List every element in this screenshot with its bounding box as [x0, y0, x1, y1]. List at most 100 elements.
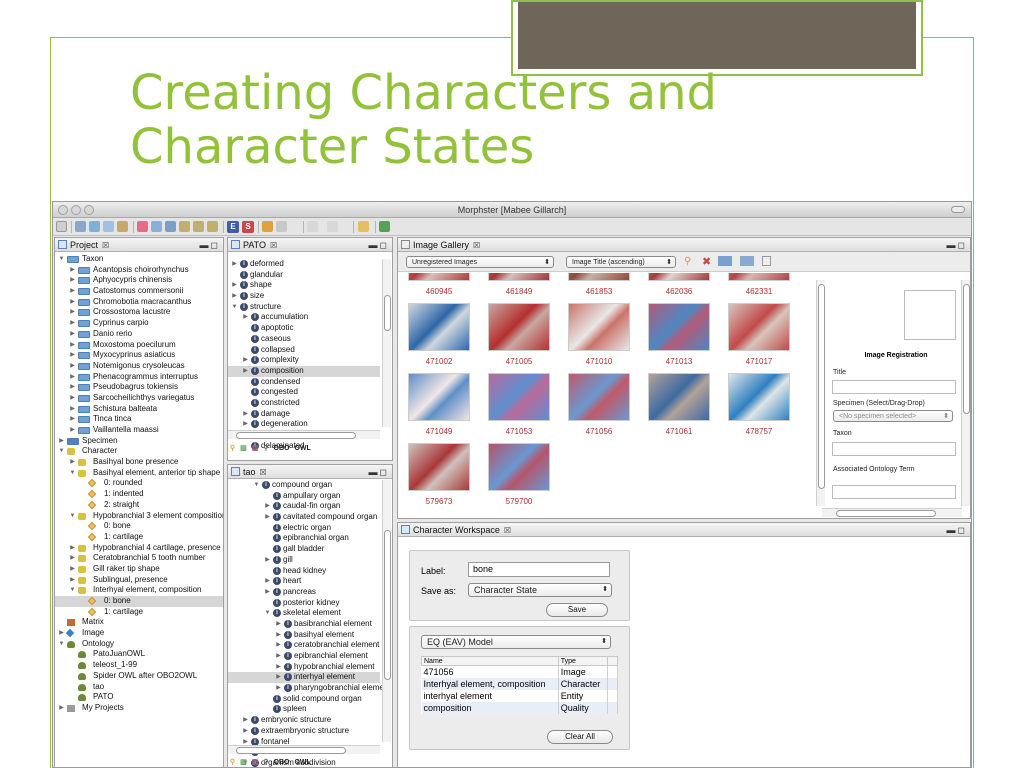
minimize-maximize-icons[interactable]: ▬◻: [369, 238, 389, 252]
collapsed-twisty-icon[interactable]: ▶: [264, 512, 271, 523]
specimen-select[interactable]: <No specimen selected> ⬍: [833, 410, 953, 422]
tree-item[interactable]: i solid compound organ: [228, 694, 380, 705]
pato-horizontal-scrollbar[interactable]: [228, 430, 380, 439]
network-icon[interactable]: [89, 221, 100, 232]
gallery-vertical-scrollbar[interactable]: [816, 280, 825, 506]
tree-item[interactable]: ▶ i caudal-fin organ: [228, 501, 380, 512]
image-filter-select[interactable]: Unregistered Images ⬍: [406, 256, 554, 268]
expanded-twisty-icon[interactable]: ▼: [58, 446, 65, 457]
collapsed-twisty-icon[interactable]: ▶: [69, 340, 76, 351]
open-folder-icon[interactable]: [262, 221, 273, 232]
import-icon[interactable]: [740, 256, 754, 266]
minimize-maximize-icons[interactable]: ▬◻: [200, 238, 220, 252]
collapsed-twisty-icon[interactable]: ▶: [242, 355, 249, 366]
table-row[interactable]: 471056 Image: [421, 665, 618, 678]
type-column-header[interactable]: Type: [557, 656, 609, 666]
tree-item[interactable]: ▶ i pancreas: [228, 587, 380, 598]
collapsed-twisty-icon[interactable]: ▶: [69, 393, 76, 404]
tree-item[interactable]: ▶ Hypobranchial 4 cartilage, presence: [55, 543, 223, 554]
collapsed-twisty-icon[interactable]: ▶: [69, 265, 76, 276]
search-icon[interactable]: ⚲: [263, 445, 268, 452]
grid-icon[interactable]: [75, 221, 86, 232]
registration-horizontal-scrollbar[interactable]: [822, 508, 962, 517]
image-thumbnail[interactable]: [648, 303, 710, 351]
ontology-term-input[interactable]: [832, 485, 956, 499]
tree-item[interactable]: ▶ i degeneration: [228, 419, 380, 430]
tree-item[interactable]: i constricted: [228, 398, 380, 409]
collapsed-twisty-icon[interactable]: ▶: [69, 564, 76, 575]
image-thumbnail[interactable]: [568, 373, 630, 421]
minimize-maximize-icons[interactable]: ▬◻: [369, 465, 389, 479]
tree-item[interactable]: ▶ i damage: [228, 409, 380, 420]
run-icon[interactable]: [379, 221, 390, 232]
collapsed-twisty-icon[interactable]: ▶: [275, 640, 282, 651]
link-icon[interactable]: ⚲: [230, 759, 235, 766]
pencil3-icon[interactable]: [207, 221, 218, 232]
tree-item[interactable]: ▶ Vaillantella maassi: [55, 425, 223, 436]
tree-item[interactable]: ▶ Cyprinus carpio: [55, 318, 223, 329]
tree-item[interactable]: Matrix: [55, 617, 223, 628]
collapsed-twisty-icon[interactable]: ▶: [231, 280, 238, 291]
minimize-window-button[interactable]: [71, 205, 81, 215]
collapsed-twisty-icon[interactable]: ▶: [275, 683, 282, 694]
expanded-twisty-icon[interactable]: ▼: [69, 511, 76, 522]
table-row[interactable]: interhyal element Entity: [421, 689, 618, 702]
expanded-twisty-icon[interactable]: ▼: [69, 468, 76, 479]
tree-item[interactable]: i collapsed: [228, 345, 380, 356]
tree-item[interactable]: ▶ i accumulation: [228, 312, 380, 323]
name-column-header[interactable]: Name: [421, 656, 559, 666]
tree-item[interactable]: ▶ i cavitated compound organ: [228, 512, 380, 523]
tree-icon[interactable]: ▥: [240, 759, 247, 766]
tree-item[interactable]: ▼ Character: [55, 446, 223, 457]
label-input[interactable]: bone: [468, 562, 610, 577]
save-button[interactable]: Save: [546, 603, 608, 617]
tree-item[interactable]: ▶ i shape: [228, 280, 380, 291]
tree-item[interactable]: ▶ My Projects: [55, 703, 223, 714]
tao-tab[interactable]: tao ☒ ▬◻: [228, 465, 392, 479]
image-thumbnail[interactable]: [488, 303, 550, 351]
tree-item[interactable]: ▶ i composition: [228, 365, 380, 377]
tree-item[interactable]: ▼ i skeletal element: [228, 608, 380, 619]
tree-item[interactable]: ▶ Catostomus commersonii: [55, 286, 223, 297]
collapsed-twisty-icon[interactable]: ▶: [69, 543, 76, 554]
close-icon[interactable]: ☒: [504, 526, 511, 535]
collapsed-twisty-icon[interactable]: ▶: [58, 436, 65, 447]
back-icon[interactable]: [307, 221, 318, 232]
obo-button[interactable]: OBO: [274, 759, 290, 766]
table-row[interactable]: Interhyal element, composition Character: [421, 677, 618, 690]
pato-tab[interactable]: PATO ☒ ▬◻: [228, 238, 392, 252]
minimize-maximize-icons[interactable]: ▬◻: [947, 238, 967, 252]
collapsed-twisty-icon[interactable]: ▶: [69, 275, 76, 286]
tree-item[interactable]: teleost_1-99: [55, 660, 223, 671]
collapsed-twisty-icon[interactable]: ▶: [69, 350, 76, 361]
tree-item[interactable]: 0: bone: [55, 596, 223, 607]
expanded-twisty-icon[interactable]: ▼: [264, 608, 271, 619]
image-thumbnail[interactable]: [408, 373, 470, 421]
image-gallery-tab[interactable]: Image Gallery ☒ ▬◻: [398, 238, 970, 252]
new-icon[interactable]: [56, 221, 67, 232]
collapsed-twisty-icon[interactable]: ▶: [69, 329, 76, 340]
page-icon[interactable]: [762, 256, 771, 266]
tree-item[interactable]: ▶ i pharyngobranchial element: [228, 683, 391, 694]
collapsed-twisty-icon[interactable]: ▶: [242, 726, 249, 737]
tree-item[interactable]: 0: bone: [55, 521, 223, 532]
tree-item[interactable]: ▶ Acantopsis choirorhynchus: [55, 265, 223, 276]
collapsed-twisty-icon[interactable]: ▶: [275, 651, 282, 662]
tree-item[interactable]: ▶ Notemigonus crysoleucas: [55, 361, 223, 372]
minimize-maximize-icons[interactable]: ▬◻: [947, 523, 967, 537]
toolbar-toggle-button[interactable]: [951, 206, 965, 213]
collapsed-twisty-icon[interactable]: ▶: [69, 404, 76, 415]
tree-item[interactable]: ▼ Ontology: [55, 639, 223, 650]
expanded-twisty-icon[interactable]: ▼: [58, 254, 65, 265]
dropdown-tool-icon[interactable]: [276, 221, 287, 232]
save-as-select[interactable]: Character State ⬍: [468, 583, 612, 597]
tree-item[interactable]: ▶ Specimen: [55, 436, 223, 447]
tree-item[interactable]: ▶ Crossostoma lacustre: [55, 307, 223, 318]
tree-item[interactable]: ▶ Basihyal bone presence: [55, 457, 223, 468]
collapsed-twisty-icon[interactable]: ▶: [242, 715, 249, 726]
graph-icon[interactable]: ▥: [252, 445, 259, 452]
state-icon[interactable]: S: [242, 221, 254, 233]
tree-item[interactable]: ▶ Danio rerio: [55, 329, 223, 340]
search-icon[interactable]: ⚲: [263, 759, 268, 766]
image-thumbnail[interactable]: [488, 273, 550, 281]
